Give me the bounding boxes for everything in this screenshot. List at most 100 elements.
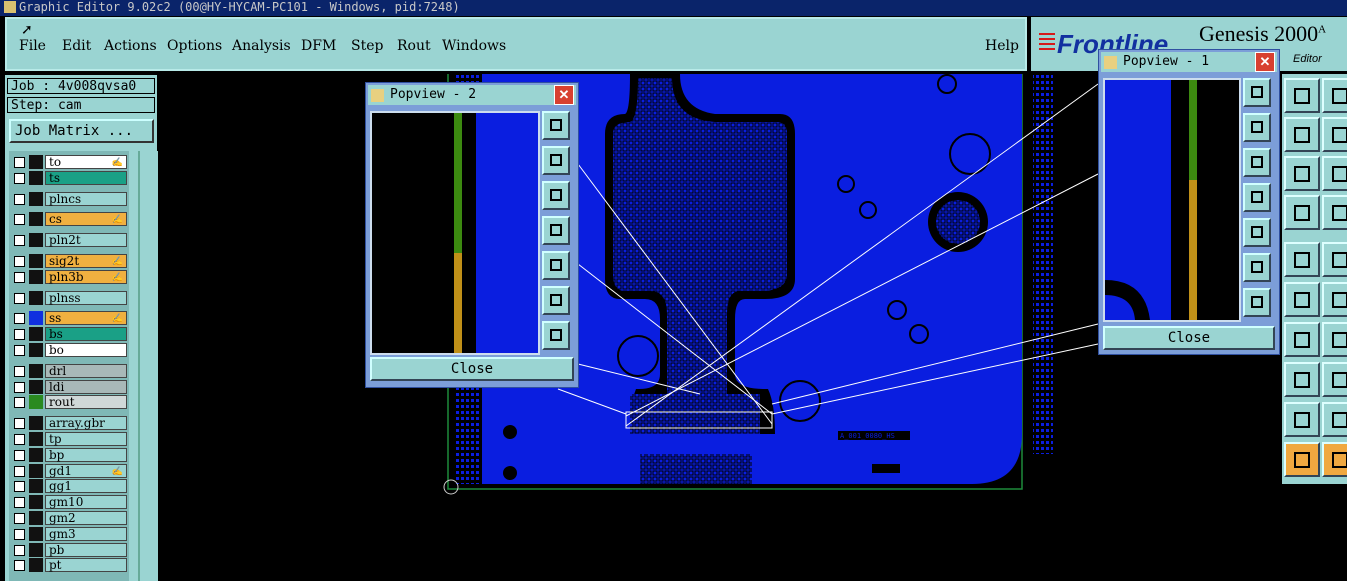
layer-row[interactable]: gm2 (9, 511, 127, 525)
layer-checkbox[interactable] (14, 157, 25, 168)
layer-name[interactable]: drl (45, 363, 127, 378)
popview-1-close-button[interactable]: Close (1103, 326, 1275, 350)
measure-button[interactable] (1284, 195, 1320, 230)
layer-name[interactable]: sig2t ✍ (45, 254, 127, 268)
pan-left-button[interactable] (1243, 183, 1271, 212)
add-line-button[interactable] (1322, 242, 1347, 277)
menu-windows[interactable]: Windows (442, 38, 506, 54)
layer-checkbox[interactable] (14, 528, 25, 540)
layer-row[interactable]: pt (9, 558, 127, 573)
zoom-button[interactable] (1284, 156, 1320, 191)
triangle-tool-button[interactable] (1284, 402, 1320, 437)
menu-edit[interactable]: Edit (62, 38, 91, 54)
menu-dfm[interactable]: DFM (301, 38, 336, 54)
zoom-fit-button[interactable] (542, 111, 570, 140)
pan-down-button[interactable] (542, 181, 570, 210)
layer-row[interactable]: gg1 (9, 479, 127, 494)
layer-name[interactable]: bp (45, 447, 127, 462)
layer-checkbox[interactable] (14, 345, 25, 356)
layer-checkbox[interactable] (14, 465, 25, 477)
layer-row[interactable]: drl (9, 363, 127, 378)
layer-row[interactable]: ldi (9, 379, 127, 394)
menu-actions[interactable]: Actions (104, 38, 157, 54)
layer-checkbox[interactable] (14, 214, 25, 226)
layer-name[interactable]: gd1 ✍ (45, 463, 127, 478)
menu-file[interactable]: File (19, 38, 46, 54)
layer-name[interactable]: ts (45, 170, 127, 185)
layer-name[interactable]: array.gbr (45, 416, 127, 431)
layer-list-scrollbar[interactable] (138, 151, 158, 581)
pan-left-button[interactable] (542, 216, 570, 245)
layer-checkbox[interactable] (14, 329, 25, 341)
layer-checkbox[interactable] (14, 449, 25, 461)
view-tool-button[interactable] (1322, 78, 1347, 113)
layer-checkbox[interactable] (14, 365, 25, 377)
layer-checkbox[interactable] (14, 544, 25, 556)
view-tool-button[interactable] (1322, 117, 1347, 152)
layer-checkbox[interactable] (14, 560, 25, 572)
layer-checkbox[interactable] (14, 434, 25, 445)
layer-name[interactable]: pln3b ✍ (45, 269, 127, 284)
layer-name[interactable]: to ✍ (45, 155, 127, 169)
layer-name[interactable]: tp (45, 432, 127, 446)
zoom-in-button[interactable] (542, 286, 570, 315)
menu-options[interactable]: Options (167, 38, 222, 54)
layer-checkbox[interactable] (14, 292, 25, 304)
layer-checkbox[interactable] (14, 172, 25, 184)
layer-row[interactable]: bs (9, 327, 127, 342)
layer-name[interactable]: gm10 (45, 495, 127, 510)
popview-1-view[interactable] (1103, 78, 1241, 322)
select-pointer-button[interactable] (1322, 442, 1347, 477)
layer-checkbox[interactable] (14, 497, 25, 509)
layer-row[interactable]: ss ✍ (9, 311, 127, 326)
layer-row[interactable]: to ✍ (9, 155, 127, 169)
pan-up-button[interactable] (1243, 113, 1271, 142)
layer-row[interactable]: pb (9, 542, 127, 557)
layer-row[interactable]: pln2t (9, 233, 127, 248)
add-pad-button[interactable] (1284, 242, 1320, 277)
pan-right-button[interactable] (542, 251, 570, 280)
close-icon[interactable]: ✕ (554, 85, 574, 105)
layer-row[interactable]: plnss (9, 290, 127, 305)
pan-right-button[interactable] (1243, 218, 1271, 247)
menu-help[interactable]: Help (985, 38, 1019, 54)
layer-checkbox[interactable] (14, 418, 25, 430)
view-up-button[interactable] (1284, 78, 1320, 113)
layer-row[interactable]: gm3 (9, 526, 127, 541)
layer-checkbox[interactable] (14, 193, 25, 205)
layer-checkbox[interactable] (14, 513, 25, 524)
layer-row[interactable]: sig2t ✍ (9, 254, 127, 268)
layer-checkbox[interactable] (14, 481, 25, 493)
layer-name[interactable]: plnss (45, 290, 127, 305)
layer-checkbox[interactable] (14, 381, 25, 393)
job-matrix-button[interactable]: Job Matrix ... (9, 119, 154, 143)
layer-row[interactable]: rout (9, 395, 127, 410)
close-icon[interactable]: ✕ (1255, 52, 1275, 72)
zoom-out-button[interactable] (1243, 288, 1271, 317)
layer-row[interactable]: gd1 ✍ (9, 463, 127, 478)
angle-button[interactable] (1322, 322, 1347, 357)
layer-name[interactable]: ss ✍ (45, 311, 127, 326)
layer-row[interactable]: tp (9, 432, 127, 446)
connect-button[interactable] (1284, 282, 1320, 317)
layer-row[interactable]: gm10 (9, 495, 127, 510)
menu-rout[interactable]: Rout (397, 38, 431, 54)
layer-name[interactable]: ldi (45, 379, 127, 394)
zoom-out-button[interactable] (542, 321, 570, 350)
layer-row[interactable]: pln3b ✍ (9, 269, 127, 284)
layer-name[interactable]: gm3 (45, 526, 127, 541)
move-button[interactable] (1284, 362, 1320, 397)
layer-row[interactable]: bp (9, 447, 127, 462)
layer-name[interactable]: gm2 (45, 511, 127, 525)
popview-2-view[interactable] (370, 111, 540, 355)
layer-checkbox[interactable] (14, 256, 25, 267)
layer-name[interactable]: pln2t (45, 233, 127, 248)
layer-row[interactable]: plncs (9, 191, 127, 206)
popview-2-titlebar[interactable]: Popview - 2 (368, 85, 576, 105)
popview-2-close-button[interactable]: Close (370, 357, 574, 381)
layer-name[interactable]: bs (45, 327, 127, 342)
layer-row[interactable]: bo (9, 343, 127, 357)
layer-name[interactable]: cs ✍ (45, 212, 127, 227)
layer-row[interactable]: cs ✍ (9, 212, 127, 227)
pan-up-button[interactable] (542, 146, 570, 175)
